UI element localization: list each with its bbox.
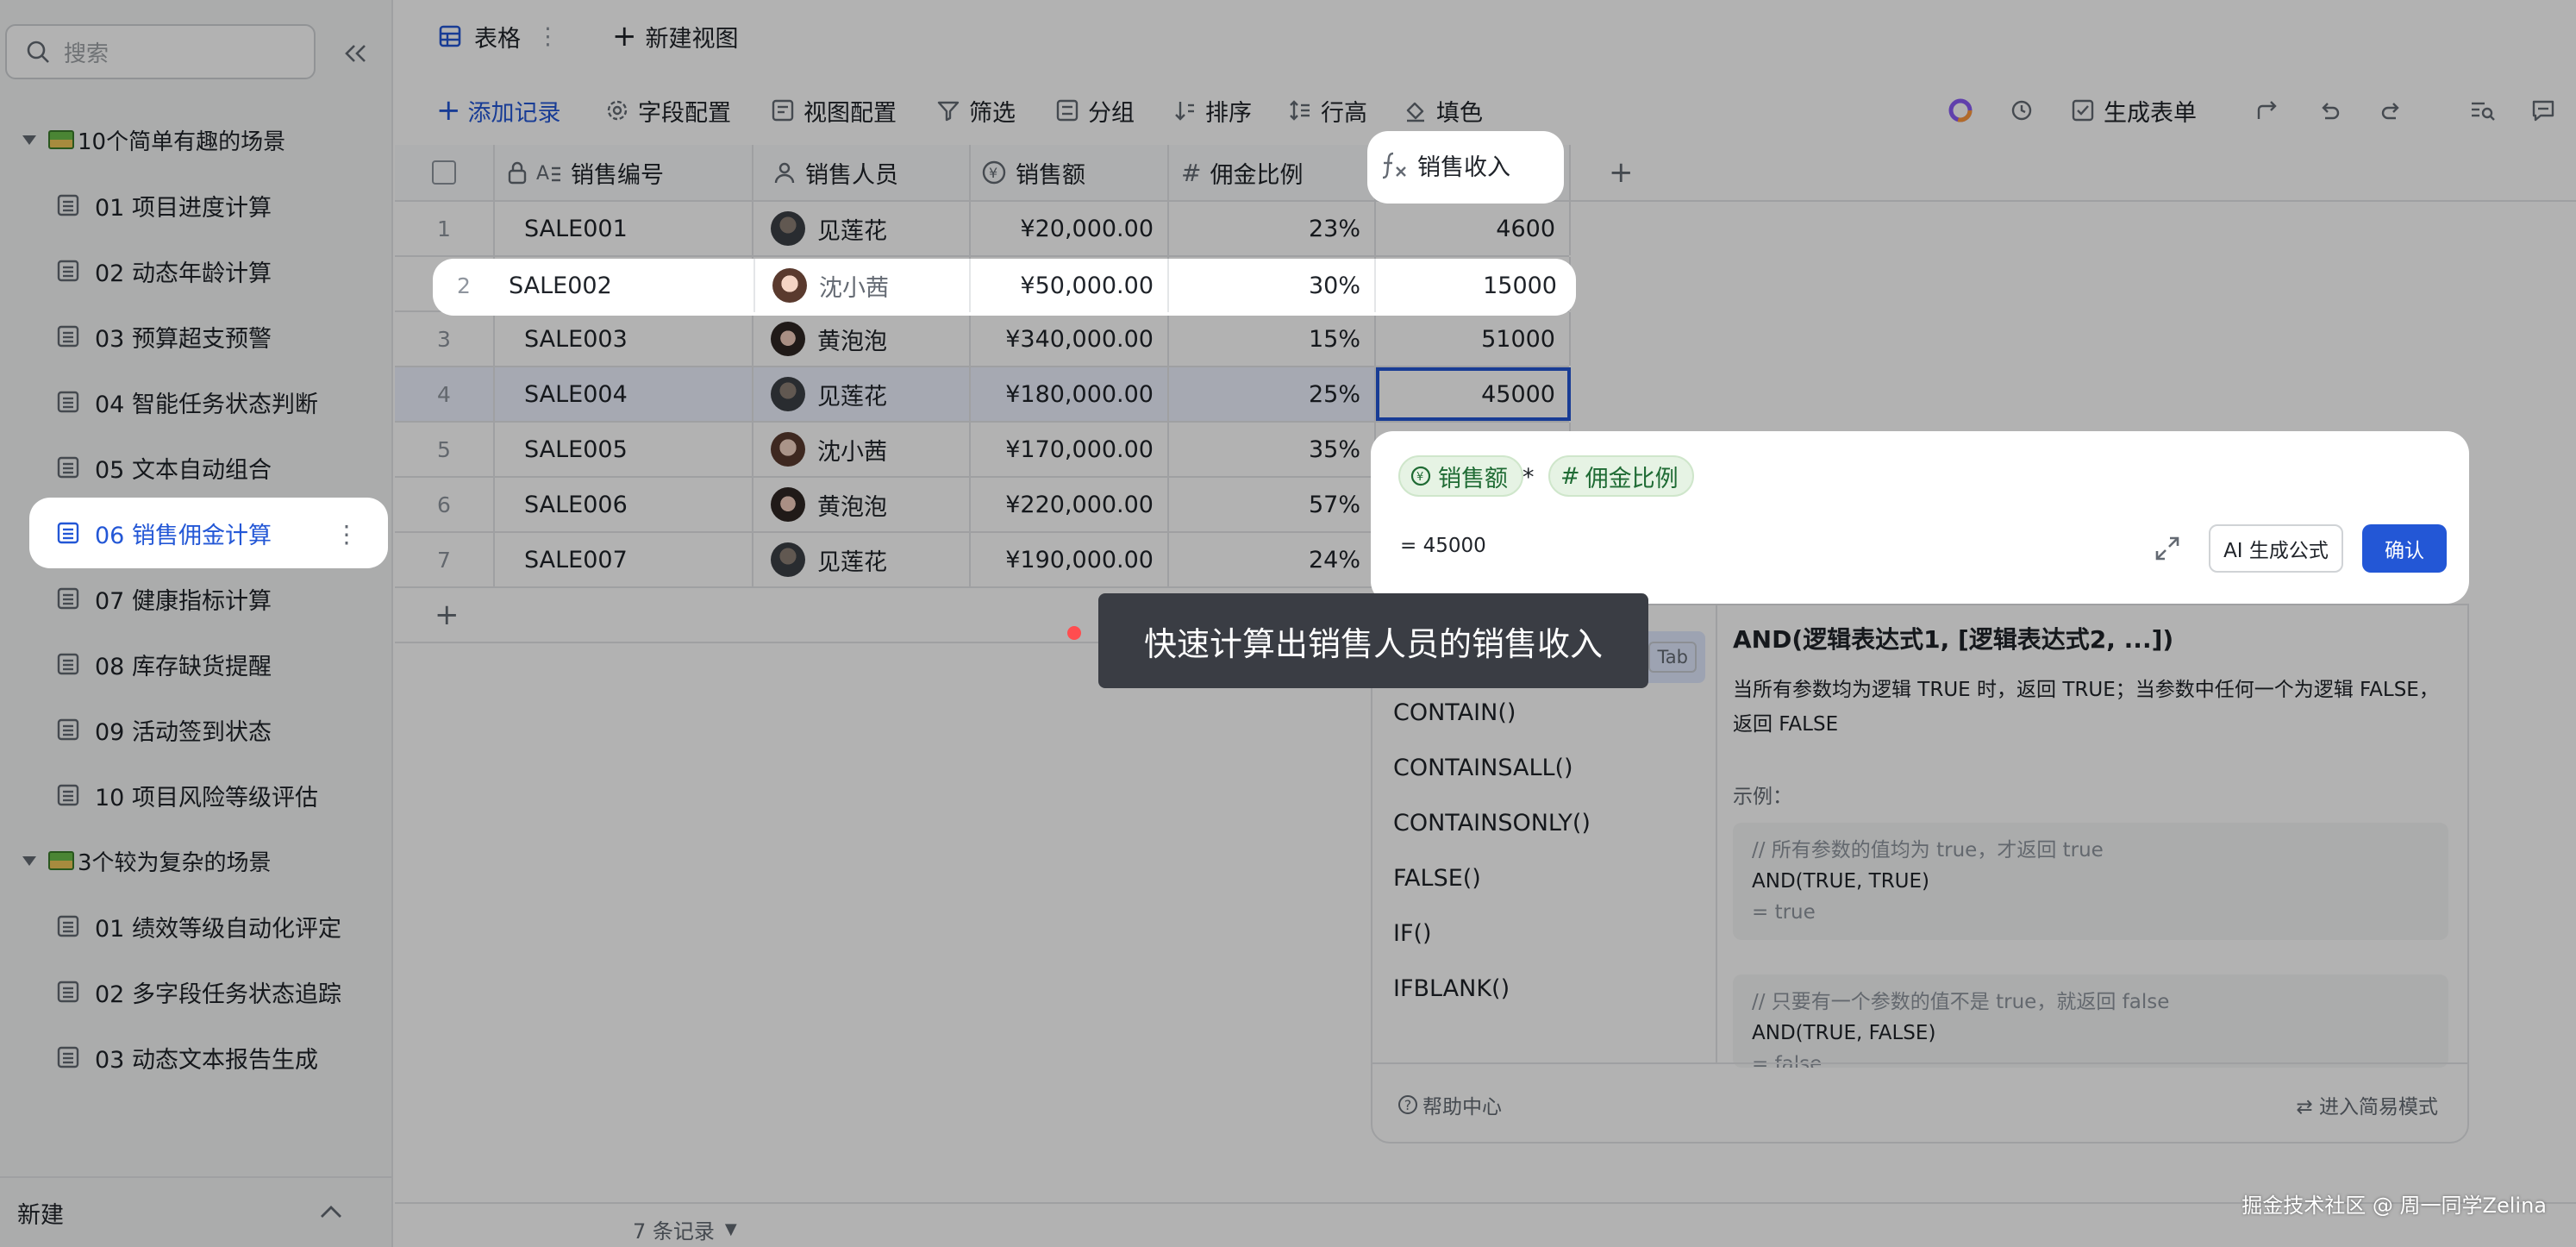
row-number: 2 bbox=[457, 273, 471, 298]
sidebar-item-label: 06 销售佣金计算 bbox=[95, 522, 272, 549]
cell-rate[interactable]: 30% bbox=[1169, 259, 1376, 312]
column-header-label: 销售收入 bbox=[1417, 154, 1510, 181]
more-vertical-icon[interactable]: ⋮ bbox=[335, 520, 359, 548]
number-field-icon: # bbox=[1560, 462, 1580, 490]
watermark: 掘金技术社区 @ 周一同学Zelina bbox=[2241, 1194, 2547, 1218]
formula-editor[interactable]: ¥ 销售额 * # 佣金比例 = 45000 AI 生成公式 确认 bbox=[1371, 431, 2469, 604]
formula-result: = 45000 bbox=[1400, 535, 1486, 557]
currency-icon: ¥ bbox=[1410, 466, 1431, 486]
cell-amount[interactable]: ¥50,000.00 bbox=[971, 259, 1169, 312]
highlighted-row[interactable]: 2 SALE002 沈小茜 ¥50,000.00 30% 15000 bbox=[433, 259, 1576, 316]
avatar bbox=[772, 268, 807, 303]
tooltip-pointer-dot bbox=[1067, 626, 1081, 640]
sidebar-item-active[interactable]: 06 销售佣金计算 ⋮ bbox=[34, 503, 383, 563]
cell-sale-id[interactable]: SALE002 bbox=[495, 259, 753, 312]
tutorial-tooltip: 快速计算出销售人员的销售收入 bbox=[1098, 593, 1648, 688]
token-label: 销售额 bbox=[1438, 465, 1508, 492]
formula-operator: * bbox=[1522, 464, 1535, 491]
cell-income[interactable]: 15000 bbox=[1376, 259, 1571, 312]
table-doc-icon bbox=[57, 522, 79, 544]
income-column-header[interactable]: 销售收入 bbox=[1367, 131, 1564, 204]
svg-text:¥: ¥ bbox=[1416, 471, 1423, 484]
formula-icon bbox=[1382, 152, 1406, 179]
token-label: 佣金比例 bbox=[1585, 465, 1679, 492]
cell-salesperson[interactable]: 沈小茜 bbox=[753, 259, 971, 312]
person-name: 沈小茜 bbox=[819, 274, 889, 302]
ai-generate-formula-button[interactable]: AI 生成公式 bbox=[2209, 524, 2343, 573]
field-token-amount[interactable]: ¥ 销售额 bbox=[1398, 455, 1523, 497]
expand-icon[interactable] bbox=[2152, 533, 2183, 564]
field-token-rate[interactable]: # 佣金比例 bbox=[1548, 455, 1694, 497]
confirm-button[interactable]: 确认 bbox=[2362, 524, 2447, 573]
